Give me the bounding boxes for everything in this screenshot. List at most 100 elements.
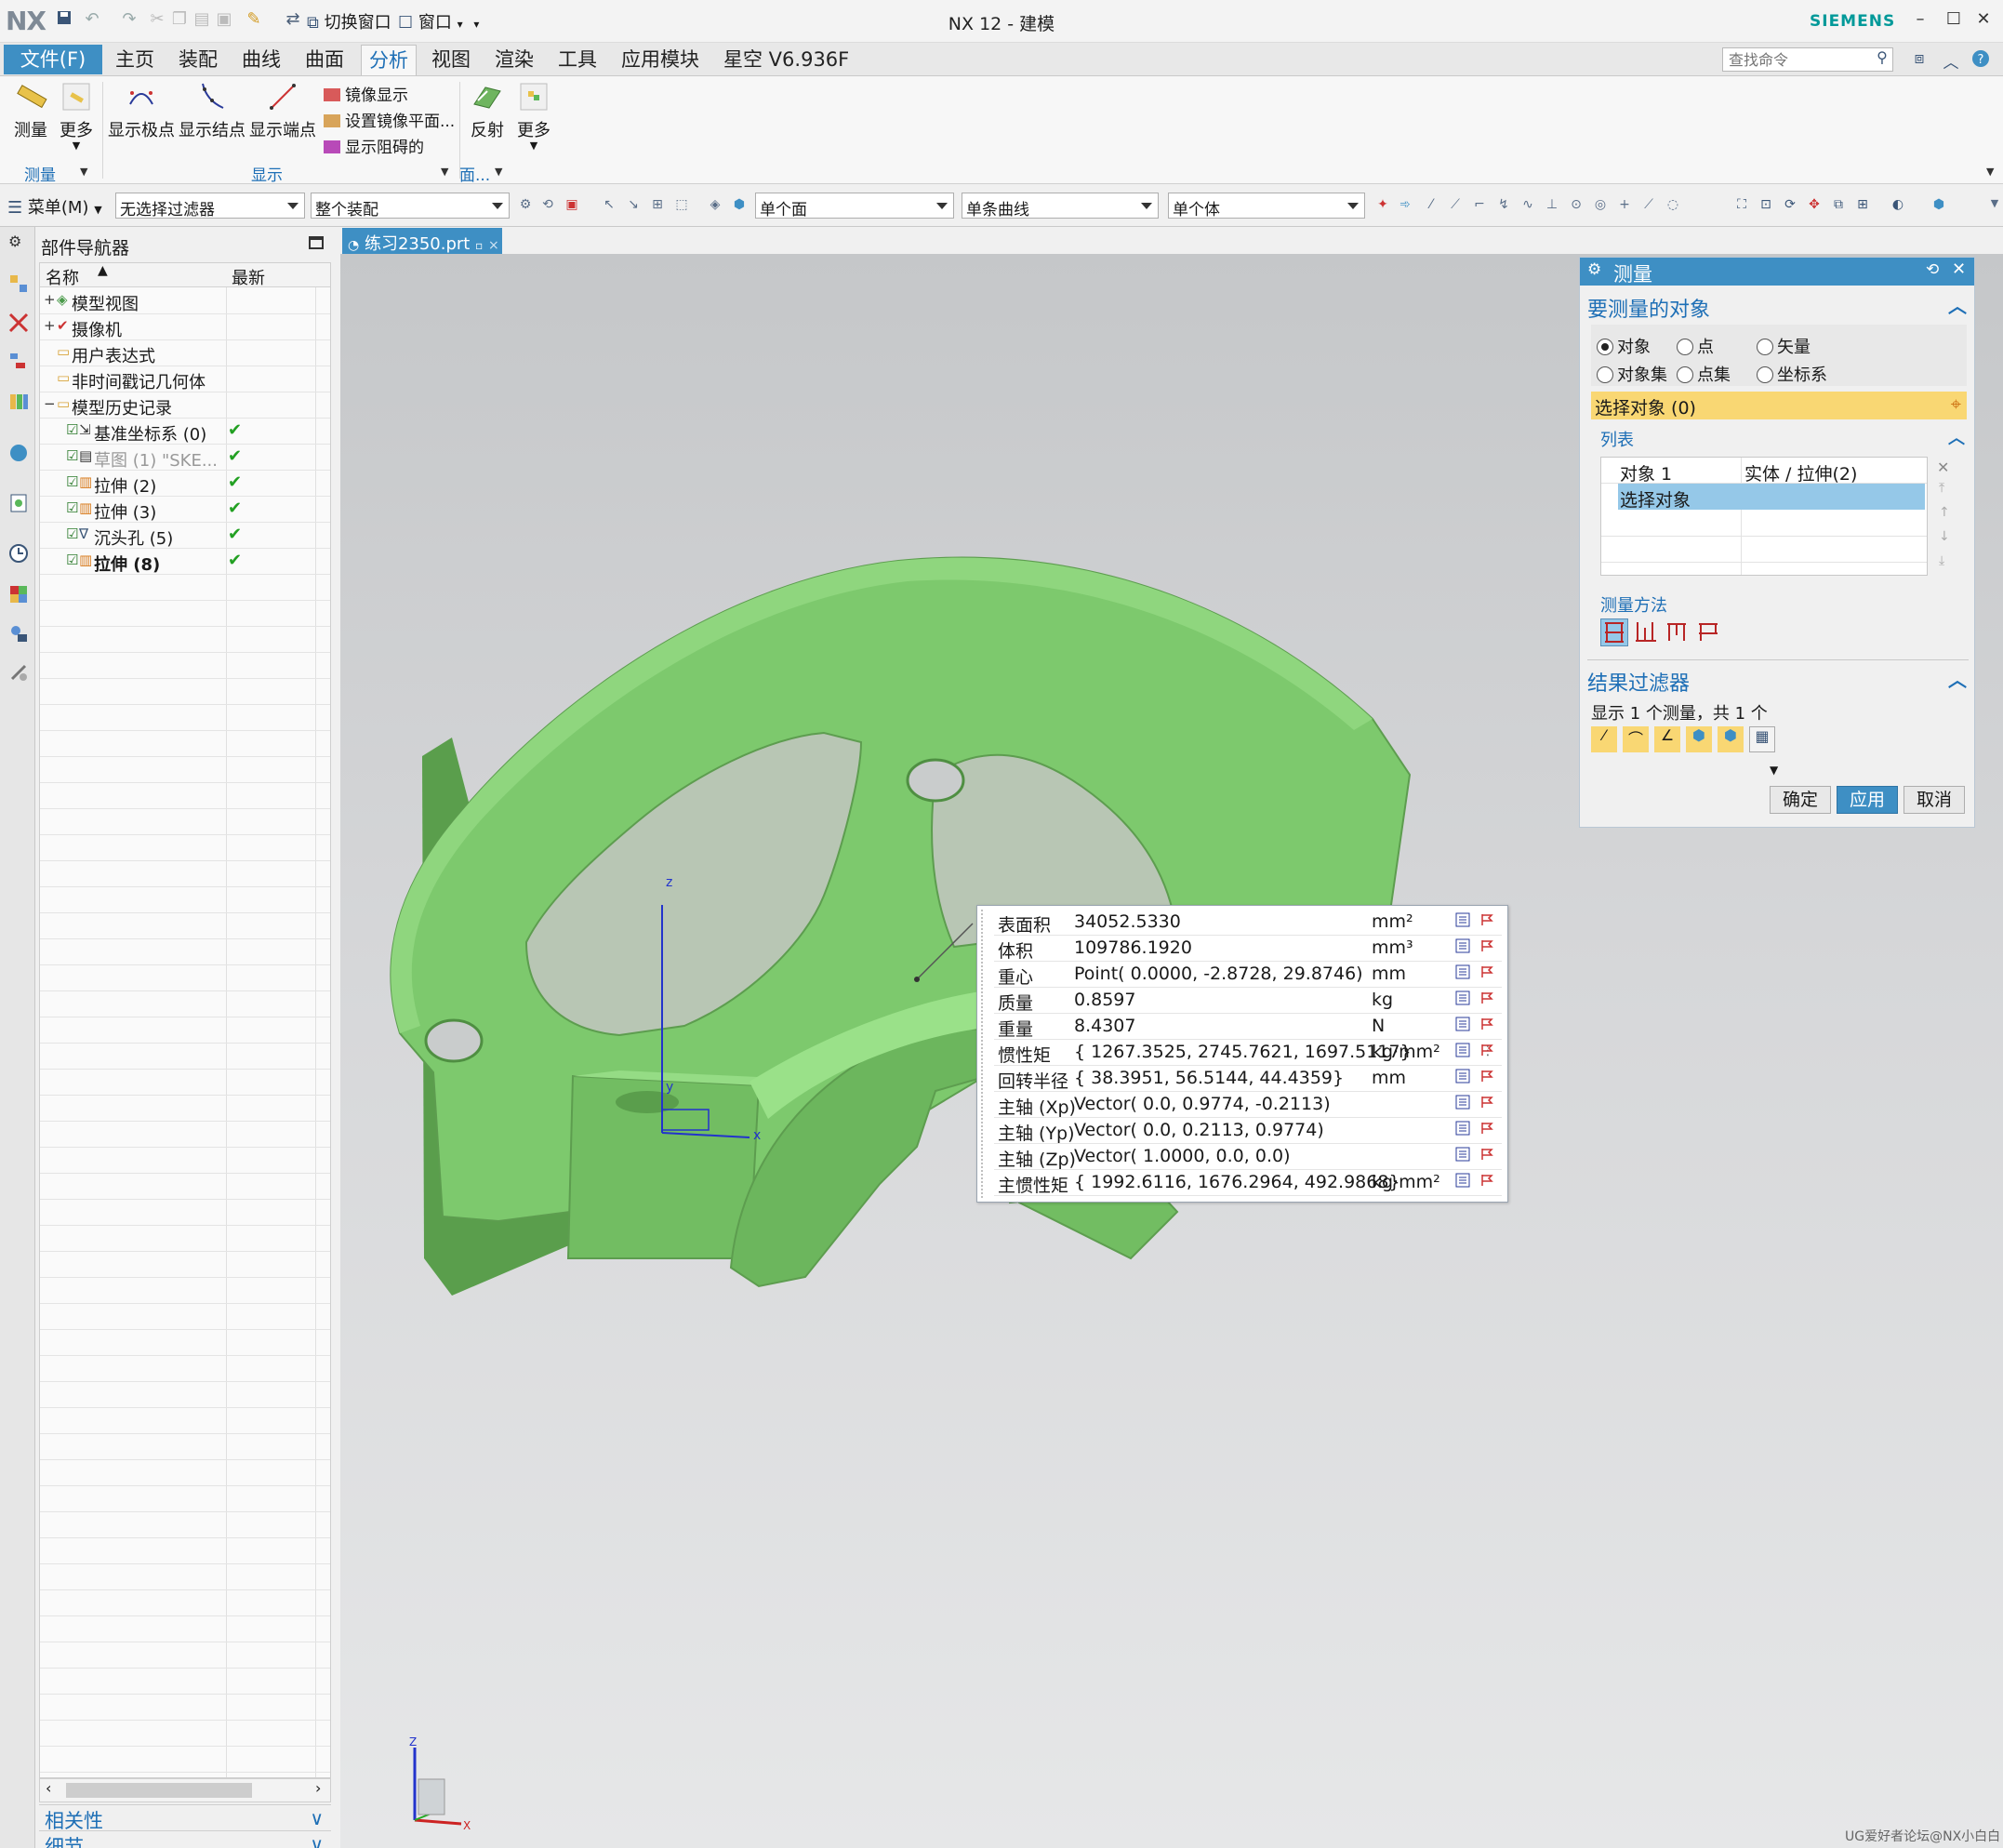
checkbox-icon[interactable]: ☑ bbox=[66, 447, 78, 464]
radio-object-set[interactable]: 对象集 bbox=[1597, 362, 1667, 386]
create-expression-icon[interactable] bbox=[1479, 990, 1494, 1004]
hd3d-tools-icon[interactable] bbox=[8, 443, 29, 463]
filter-volume-icon[interactable]: ⬢ bbox=[1718, 726, 1744, 752]
create-expression-icon[interactable] bbox=[1479, 1120, 1494, 1135]
mirror-display-button[interactable]: 镜像显示 bbox=[324, 82, 408, 105]
create-expression-icon[interactable] bbox=[1479, 1068, 1494, 1083]
system-scene-icon[interactable] bbox=[8, 662, 29, 683]
chevron-down-icon[interactable]: ▼ bbox=[80, 166, 87, 178]
tree-row[interactable]: − ▭ 模型历史记录 bbox=[40, 392, 330, 419]
role-icon[interactable] bbox=[8, 623, 29, 644]
result-row[interactable]: 主轴 (Yp) Vector( 0.0, 0.2113, 0.9774) bbox=[994, 1118, 1502, 1144]
reset-icon[interactable]: ⟲ bbox=[1926, 260, 1939, 279]
info-table-icon[interactable] bbox=[1455, 1120, 1470, 1136]
info-table-icon[interactable] bbox=[1455, 937, 1470, 953]
create-expression-icon[interactable] bbox=[1479, 964, 1494, 978]
info-table-icon[interactable] bbox=[1455, 911, 1470, 927]
drag-handle[interactable] bbox=[981, 910, 990, 1198]
result-row[interactable]: 表面积 34052.5330 mm² bbox=[994, 910, 1502, 936]
chevron-down-icon[interactable]: ▼ bbox=[495, 166, 502, 178]
tree-row[interactable]: ☑ ▥ 拉伸 (2) ✔ bbox=[40, 471, 330, 497]
render-style-icon[interactable]: ◐ bbox=[1890, 197, 1906, 214]
snap-tangent-icon[interactable]: ∿ bbox=[1519, 197, 1536, 214]
full-screen-icon[interactable]: ⧈ bbox=[1908, 49, 1930, 70]
create-expression-icon[interactable] bbox=[1479, 1172, 1494, 1187]
info-table-icon[interactable] bbox=[1455, 1042, 1470, 1057]
tab-curve[interactable]: 曲线 bbox=[234, 45, 288, 75]
scroll-left-icon[interactable]: ‹ bbox=[46, 1779, 51, 1797]
set-mirror-plane-button[interactable]: 设置镜像平面... bbox=[324, 108, 455, 131]
redo-icon[interactable]: ↷ bbox=[119, 9, 139, 33]
column-latest-header[interactable]: 最新 bbox=[232, 265, 265, 289]
filter-area-icon[interactable]: ⬢ bbox=[1686, 726, 1712, 752]
result-filter-section-header[interactable]: 结果过滤器 bbox=[1587, 667, 1690, 697]
tab-xingkong[interactable]: 星空 V6.936F bbox=[716, 45, 856, 75]
feature-face-icon[interactable]: ◈ bbox=[707, 197, 723, 214]
create-expression-icon[interactable] bbox=[1479, 1146, 1494, 1161]
snap-endpoint-icon[interactable]: ⁄ bbox=[1423, 197, 1439, 214]
snap-on-curve-icon[interactable]: ⟋ bbox=[1640, 197, 1657, 214]
radio-csys[interactable]: 坐标系 bbox=[1757, 362, 1827, 386]
ok-button[interactable]: 确定 bbox=[1770, 786, 1831, 814]
tree-row[interactable]: ▭ 非时间戳记几何体 bbox=[40, 366, 330, 392]
move-down-icon[interactable]: ↓ bbox=[1939, 529, 1950, 544]
objects-section-header[interactable]: 要测量的对象 bbox=[1587, 293, 1710, 323]
search-icon[interactable]: ⚲ bbox=[1871, 48, 1893, 69]
maximize-button[interactable]: ☐ bbox=[1940, 9, 1968, 33]
column-name-header[interactable]: 名称 bbox=[46, 265, 79, 289]
snap-on-face-icon[interactable]: ◌ bbox=[1665, 197, 1681, 214]
info-table-icon[interactable] bbox=[1455, 1068, 1470, 1084]
face-rule-dropdown[interactable]: 单个面 bbox=[755, 193, 954, 219]
rectangle-select-icon[interactable]: ⬚ bbox=[673, 197, 690, 214]
paste-special-icon[interactable]: ▣ bbox=[214, 9, 234, 33]
scrollbar-thumb[interactable] bbox=[66, 1783, 252, 1798]
analysis-more-button[interactable]: 更多 ▼ bbox=[513, 80, 554, 152]
palette-icon[interactable] bbox=[8, 584, 29, 605]
web-browser-icon[interactable] bbox=[8, 493, 29, 513]
paste-icon[interactable]: ▤ bbox=[192, 9, 212, 33]
tree-row[interactable]: ☑ ▥ 拉伸 (8) ✔ bbox=[40, 549, 330, 575]
result-row[interactable]: 体积 109786.1920 mm³ bbox=[994, 936, 1502, 962]
checkbox-icon[interactable]: ☑ bbox=[66, 525, 78, 542]
result-row[interactable]: 惯性矩 { 1267.3525, 2745.7621, 1697.5117} kg·… bbox=[994, 1040, 1502, 1066]
result-row[interactable]: 重心 Point( 0.0000, -2.8728, 29.8746) mm bbox=[994, 962, 1502, 988]
zoom-icon[interactable]: ⊡ bbox=[1758, 197, 1774, 214]
maximize-icon[interactable] bbox=[309, 236, 324, 249]
object-list[interactable]: 对象 1 实体 / 拉伸(2) 选择对象 bbox=[1600, 457, 1928, 576]
help-icon[interactable]: ? bbox=[1970, 49, 1992, 70]
group-label-display[interactable]: 显示 bbox=[251, 162, 283, 185]
close-tab-icon[interactable]: × bbox=[488, 238, 499, 253]
reset-filter-icon[interactable]: ⟲ bbox=[539, 197, 556, 214]
tab-tools[interactable]: 工具 bbox=[550, 45, 604, 75]
expand-toggle-icon[interactable]: + bbox=[44, 291, 56, 308]
toolbar-options-icon[interactable]: ▼ bbox=[1986, 197, 2003, 214]
result-row[interactable]: 回转半径{ 38.3951, 56.5144, 44.4359} mm bbox=[994, 1066, 1502, 1092]
minimize-button[interactable]: – bbox=[1906, 9, 1934, 33]
cancel-button[interactable]: 取消 bbox=[1904, 786, 1965, 814]
scroll-right-icon[interactable]: › bbox=[315, 1779, 321, 1797]
undo-icon[interactable]: ↶ bbox=[82, 9, 102, 33]
copy-icon[interactable]: ❐ bbox=[169, 9, 190, 33]
menu-button[interactable]: ☰ 菜单(M) ▼ bbox=[7, 194, 102, 219]
body-filter-icon[interactable]: ⬢ bbox=[731, 197, 748, 214]
tab-render[interactable]: 渲染 bbox=[487, 45, 541, 75]
tree-row[interactable]: ☑ ▥ 拉伸 (3) ✔ bbox=[40, 497, 330, 523]
list-row[interactable]: 对象 1 实体 / 拉伸(2) bbox=[1601, 458, 1927, 485]
measurement-result-box[interactable]: ⋮ 表面积 34052.5330 mm² 体积 109786.1920 mm³ 重心 Poin… bbox=[976, 905, 1508, 1203]
more-options-chevron-icon[interactable]: ▼ bbox=[1770, 764, 1778, 777]
collapse-chevron-icon[interactable]: ︿ bbox=[1948, 291, 1967, 318]
result-row[interactable]: 主轴 (Xp) Vector( 0.0, 0.9774, -0.2113) bbox=[994, 1092, 1502, 1118]
info-table-icon[interactable] bbox=[1455, 1146, 1470, 1162]
create-expression-icon[interactable] bbox=[1479, 1042, 1494, 1057]
show-knots-button[interactable]: 显示结点 bbox=[179, 80, 245, 141]
info-table-icon[interactable] bbox=[1455, 1016, 1470, 1031]
chevron-down-icon[interactable]: ▼ bbox=[441, 166, 448, 178]
curve-rule-dropdown[interactable]: 单条曲线 bbox=[962, 193, 1159, 219]
view-fit-icon[interactable]: ⛶ bbox=[1733, 197, 1750, 214]
method-mass-button[interactable] bbox=[1600, 618, 1628, 646]
close-button[interactable]: ✕ bbox=[1970, 9, 1997, 33]
switch-window-button[interactable]: ⧉ 切换窗口 bbox=[307, 9, 391, 33]
checkbox-icon[interactable]: ☑ bbox=[66, 499, 78, 516]
expand-toggle-icon[interactable]: − bbox=[44, 395, 56, 412]
expand-toggle-icon[interactable]: + bbox=[44, 317, 56, 334]
